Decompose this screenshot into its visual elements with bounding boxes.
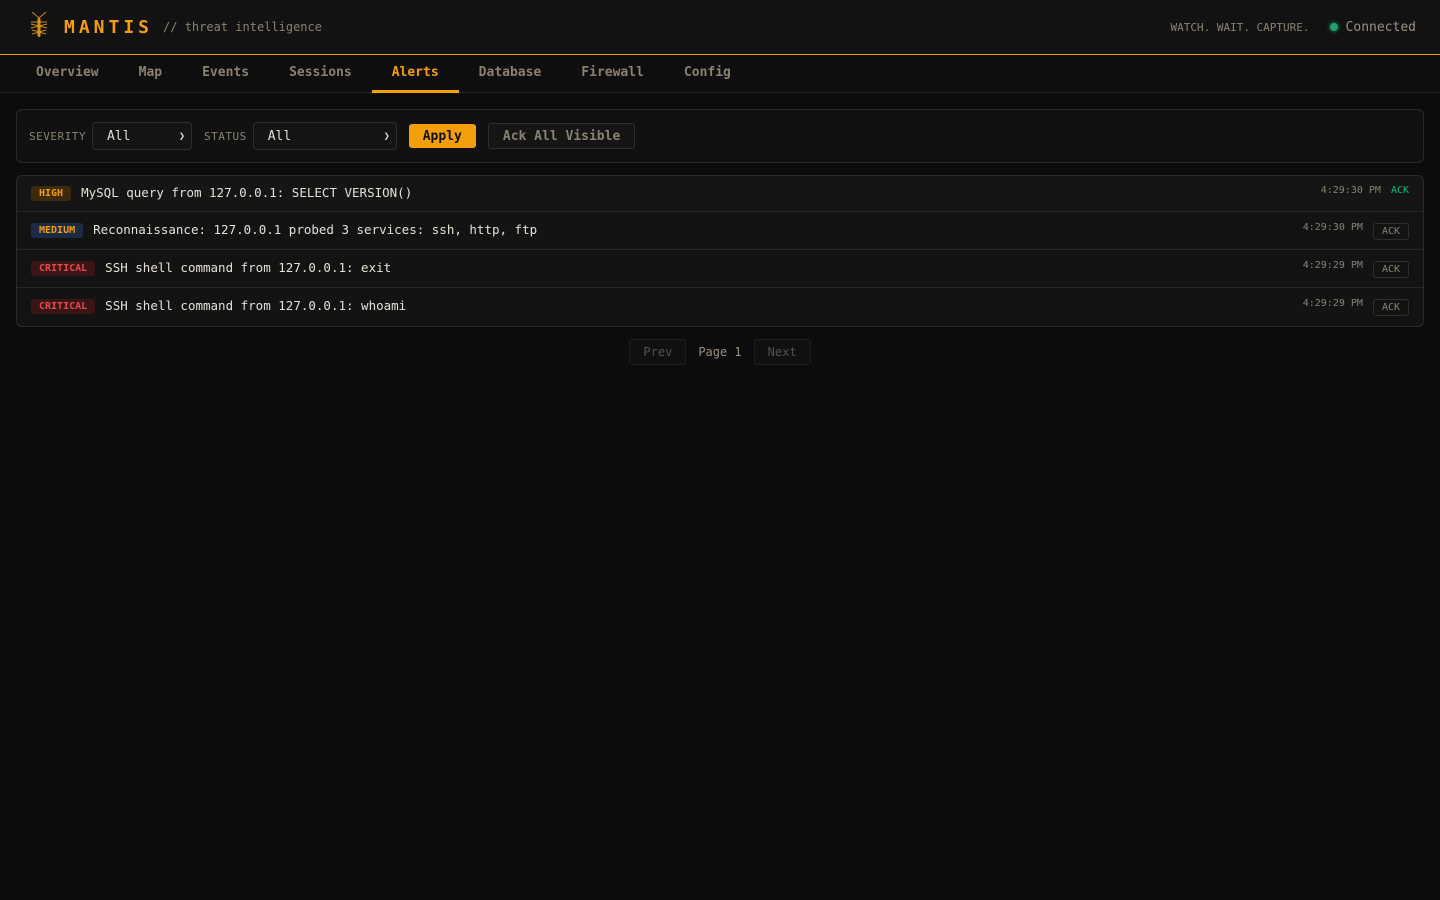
status-label: STATUS <box>203 129 247 143</box>
ack-button[interactable]: ACK <box>1372 261 1409 278</box>
brand-name: MANTIS <box>64 16 154 38</box>
tab-alerts[interactable]: Alerts <box>371 55 459 93</box>
tab-events[interactable]: Events <box>182 55 269 93</box>
tagline: // threat intelligence <box>163 20 322 34</box>
severity-badge: HIGH <box>31 186 72 201</box>
page-indicator: Page 1 <box>698 345 742 359</box>
severity-value: All <box>106 128 131 144</box>
tab-sessions[interactable]: Sessions <box>269 55 372 93</box>
alert-time: 4:29:29 PM <box>1302 260 1363 271</box>
tab-firewall[interactable]: Firewall <box>561 55 664 93</box>
mantis-icon <box>28 11 50 42</box>
severity-badge: CRITICAL <box>31 261 96 276</box>
alert-time: 4:29:30 PM <box>1320 185 1381 196</box>
tab-map[interactable]: Map <box>119 55 182 93</box>
chevron-down-icon: ❯ <box>178 130 185 142</box>
status-value: All <box>267 128 292 144</box>
alerts-list: HIGH MySQL query from 127.0.0.1: SELECT … <box>16 175 1424 327</box>
alert-row: CRITICAL SSH shell command from 127.0.0.… <box>17 250 1423 288</box>
severity-badge: CRITICAL <box>31 299 96 314</box>
tab-database[interactable]: Database <box>459 55 562 93</box>
alert-time: 4:29:30 PM <box>1302 222 1363 233</box>
ack-all-visible-button[interactable]: Ack All Visible <box>487 123 636 149</box>
pagination: Prev Page 1 Next <box>0 339 1440 365</box>
alert-row: CRITICAL SSH shell command from 127.0.0.… <box>17 288 1423 326</box>
prev-button[interactable]: Prev <box>629 339 687 365</box>
apply-button[interactable]: Apply <box>408 124 476 148</box>
connection-status: Connected <box>1345 19 1416 35</box>
ack-button[interactable]: ACK <box>1372 223 1409 240</box>
acknowledged-label: ACK <box>1390 185 1409 196</box>
chevron-down-icon: ❯ <box>383 130 390 142</box>
alert-row: HIGH MySQL query from 127.0.0.1: SELECT … <box>17 176 1423 212</box>
severity-badge: MEDIUM <box>31 223 84 238</box>
severity-label: SEVERITY <box>29 129 86 143</box>
app-header: MANTIS // threat intelligence WATCH. WAI… <box>0 0 1440 55</box>
main-nav: Overview Map Events Sessions Alerts Database F… <box>0 55 1440 93</box>
tab-config[interactable]: Config <box>664 55 751 93</box>
alert-message: SSH shell command from 127.0.0.1: exit <box>105 260 392 275</box>
logo: MANTIS // threat intelligence <box>28 11 322 42</box>
connection-status-icon <box>1329 23 1338 31</box>
alert-time: 4:29:29 PM <box>1302 298 1363 309</box>
tab-overview[interactable]: Overview <box>16 55 119 93</box>
alert-message: MySQL query from 127.0.0.1: SELECT VERSI… <box>81 185 413 200</box>
next-button[interactable]: Next <box>753 339 811 365</box>
motto: WATCH. WAIT. CAPTURE. <box>1170 20 1310 34</box>
alert-message: Reconnaissance: 127.0.0.1 probed 3 servi… <box>93 222 538 237</box>
severity-select[interactable]: All ❯ <box>91 122 192 150</box>
alert-row: MEDIUM Reconnaissance: 127.0.0.1 probed … <box>17 212 1423 250</box>
status-select[interactable]: All ❯ <box>252 122 397 150</box>
alert-message: SSH shell command from 127.0.0.1: whoami <box>105 298 407 313</box>
filter-bar: SEVERITY All ❯ STATUS All ❯ Apply Ack All … <box>16 109 1424 163</box>
ack-button[interactable]: ACK <box>1372 299 1409 316</box>
